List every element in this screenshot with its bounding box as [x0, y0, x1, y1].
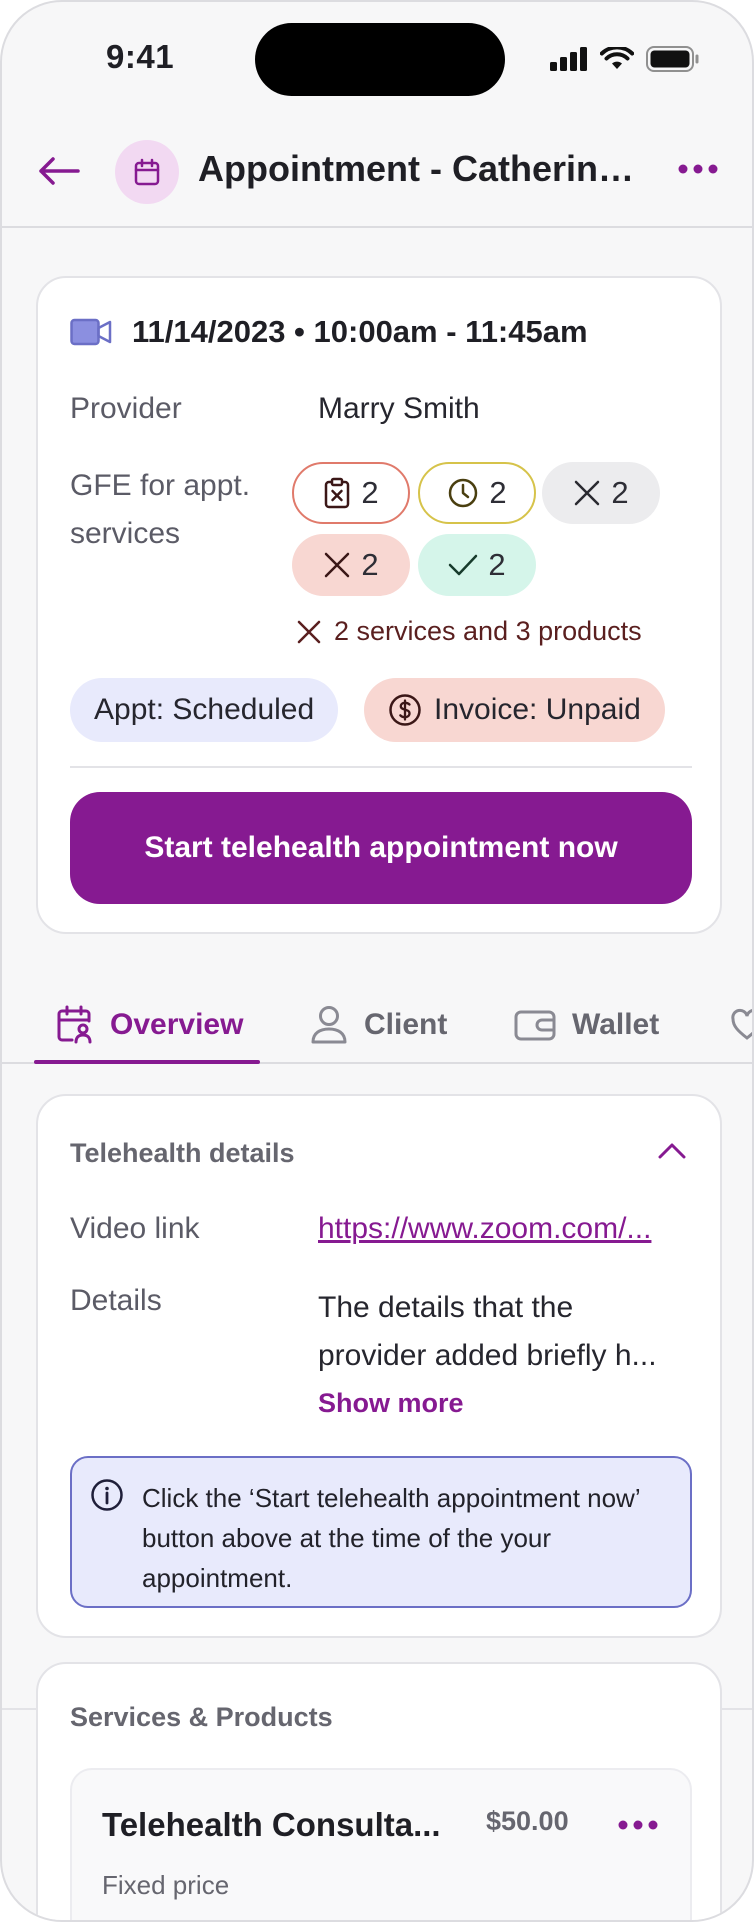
top-navigation: Appointment - Catherine...: [2, 112, 752, 228]
more-horizontal-icon: [618, 1820, 658, 1830]
dynamic-island: [255, 23, 505, 96]
gfe-chip-rejected[interactable]: 2: [292, 534, 410, 596]
service-price: $50.00: [486, 1806, 569, 1836]
clock-icon: [449, 478, 478, 508]
telehealth-details-card: Telehealth details Video link https://ww…: [36, 1094, 722, 1638]
appointment-datetime-row: 11/14/2023 • 10:00am - 11:45am: [70, 314, 588, 350]
services-products-title: Services & Products: [70, 1702, 333, 1732]
collapse-button[interactable]: [654, 1136, 690, 1166]
tab-client[interactable]: Client: [310, 986, 447, 1064]
info-icon: [91, 1479, 123, 1511]
gfe-label: GFE for appt. services: [70, 462, 250, 558]
telehealth-details-title: Telehealth details: [70, 1138, 295, 1168]
provider-label: Provider: [70, 392, 182, 425]
wallet-icon: [514, 1010, 556, 1041]
gfe-note-text: 2 services and 3 products: [334, 616, 642, 646]
active-tab-indicator: [34, 1060, 260, 1064]
check-icon: [449, 554, 478, 576]
gfe-chip-waiting[interactable]: 2: [418, 462, 536, 524]
tab-overview[interactable]: Overview: [56, 986, 243, 1064]
gfe-label-line: services: [70, 517, 181, 550]
tab-label: Client: [364, 1008, 448, 1041]
calendar-icon: [134, 158, 160, 186]
appointment-avatar: [115, 140, 179, 204]
video-camera-icon: [70, 318, 112, 346]
details-value: The details that the provider added brie…: [318, 1284, 690, 1380]
gfe-chip-count: 2: [361, 475, 379, 510]
tab-wallet[interactable]: Wallet: [514, 986, 659, 1064]
service-pricing-type: Fixed price: [102, 1870, 230, 1900]
x-icon: [325, 552, 350, 578]
arrow-left-icon: [39, 157, 80, 185]
gfe-chip-count: 2: [488, 547, 506, 582]
tab-bar: Overview Client Wallet: [2, 986, 752, 1064]
wifi-icon: [600, 47, 634, 69]
video-link[interactable]: https://www.zoom.com/...: [318, 1212, 688, 1246]
invoice-status-badge: Invoice: Unpaid: [364, 678, 665, 742]
service-more-button[interactable]: [616, 1810, 660, 1840]
appointment-status-badge: Appt: Scheduled: [70, 678, 339, 742]
invoice-status-text: Invoice: Unpaid: [434, 693, 641, 726]
info-banner-text: Click the ‘Start telehealth appointment …: [142, 1483, 640, 1593]
tab-more-partial[interactable]: [730, 986, 752, 1064]
chevron-up-icon: [658, 1143, 686, 1159]
details-label: Details: [70, 1284, 162, 1317]
status-icons: [550, 46, 700, 72]
appointment-datetime: 11/14/2023 • 10:00am - 11:45am: [132, 314, 588, 349]
appointment-summary-card: 11/14/2023 • 10:00am - 11:45am Provider …: [36, 276, 722, 934]
gfe-chip-count: 2: [489, 475, 507, 510]
tab-label: Wallet: [572, 1008, 660, 1041]
gfe-chip-declined[interactable]: 2: [542, 462, 660, 524]
gfe-note: 2 services and 3 products: [296, 616, 642, 647]
x-icon: [575, 480, 600, 506]
gfe-chip-count: 2: [611, 475, 629, 510]
gfe-chip-approved[interactable]: 2: [418, 534, 536, 596]
x-icon: [297, 620, 321, 643]
show-more-link[interactable]: Show more: [318, 1388, 464, 1419]
service-name: Telehealth Consulta...: [102, 1806, 441, 1843]
details-line: provider added briefly h...: [318, 1339, 657, 1372]
clipboard-x-icon: [325, 477, 350, 509]
back-button[interactable]: [36, 148, 82, 194]
phone-frame: 9:41 Appointment - Catherine... 11/14/20…: [0, 0, 754, 1922]
gfe-label-line: GFE for appt.: [70, 469, 251, 502]
service-item[interactable]: Telehealth Consulta... $50.00 Fixed pric…: [70, 1768, 692, 1920]
services-products-card: Services & Products Telehealth Consulta.…: [36, 1662, 722, 1920]
page-title: Appointment - Catherine...: [198, 148, 644, 189]
battery-icon: [646, 46, 699, 72]
gfe-chip-pending[interactable]: 2: [292, 462, 410, 524]
tab-label: Overview: [110, 1008, 244, 1041]
calendar-user-icon: [57, 1005, 92, 1044]
details-line: The details that the: [318, 1291, 574, 1324]
info-banner: Click the ‘Start telehealth appointment …: [70, 1456, 692, 1608]
user-icon: [311, 1006, 347, 1044]
heart-icon: [731, 1008, 752, 1040]
more-options-button[interactable]: [676, 154, 720, 184]
video-link-label: Video link: [70, 1212, 200, 1245]
cellular-signal-icon: [550, 47, 587, 71]
dollar-circle-icon: [389, 694, 421, 726]
start-telehealth-button[interactable]: Start telehealth appointment now: [70, 792, 692, 904]
more-horizontal-icon: [678, 164, 718, 174]
provider-value: Marry Smith: [318, 392, 480, 425]
card-divider: [70, 766, 692, 768]
gfe-chip-count: 2: [361, 547, 379, 582]
status-time: 9:41: [106, 38, 175, 75]
appointment-status-text: Appt: Scheduled: [94, 693, 315, 726]
